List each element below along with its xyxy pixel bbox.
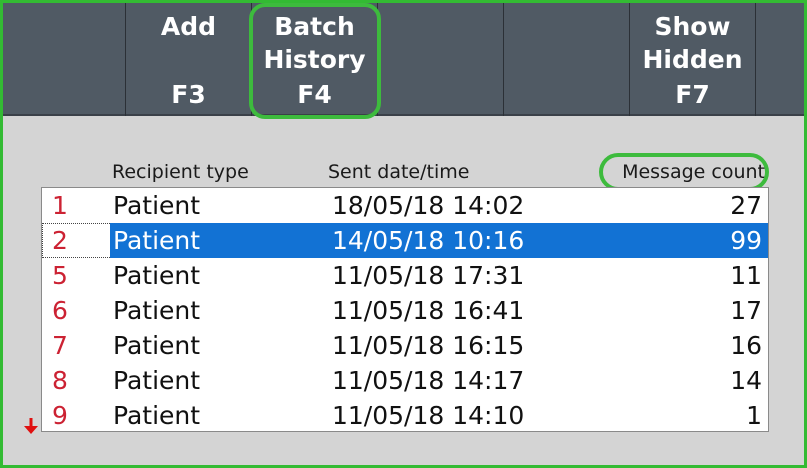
add-button[interactable]: Add F3 [126,0,252,116]
list-row[interactable]: 6 Patient 11/05/18 16:41 17 [42,293,768,328]
message-count-cell: 1 [746,401,762,430]
show-hidden-button[interactable]: Show Hidden F7 [630,0,756,116]
row-number: 6 [52,296,68,325]
header-sent-date-time[interactable]: Sent date/time [328,158,469,186]
empty-function-button-2[interactable] [504,0,630,116]
message-count-highlight [599,153,769,191]
show-hidden-label: Show Hidden [630,10,755,76]
row-number: 5 [52,261,68,290]
message-batch-list[interactable]: 1 Patient 18/05/18 14:02 27 2 Patient 14… [41,187,769,432]
sent-date-cell: 11/05/18 14:10 [332,401,525,430]
row-number: 8 [52,366,68,395]
list-row[interactable]: 5 Patient 11/05/18 17:31 11 [42,258,768,293]
show-hidden-label-line-1: Show [654,12,731,41]
sent-date-cell: 11/05/18 16:15 [332,331,525,360]
sent-date-cell: 11/05/18 17:31 [332,261,525,290]
recipient-type-cell: Patient [113,261,201,290]
message-count-cell: 14 [730,366,762,395]
batch-history-highlight [249,3,381,119]
row-number: 2 [52,226,68,255]
message-count-cell: 27 [730,191,762,220]
toolbar-spacer [0,0,126,116]
message-count-cell: 16 [730,331,762,360]
sent-date-cell: 18/05/18 14:02 [332,191,525,220]
sent-date-cell: 11/05/18 16:41 [332,296,525,325]
list-row[interactable]: 9 Patient 11/05/18 14:10 1 [42,398,768,431]
message-count-cell: 11 [730,261,762,290]
sent-date-cell: 11/05/18 14:17 [332,366,525,395]
recipient-type-cell: Patient [113,366,201,395]
list-row[interactable]: 8 Patient 11/05/18 14:17 14 [42,363,768,398]
recipient-type-cell: Patient [113,401,201,430]
function-key-toolbar: Add F3 Batch History F4 Show Hidden F7 [0,0,807,116]
recipient-type-cell: Patient [113,191,201,220]
add-button-label: Add [126,10,251,43]
list-row[interactable]: 7 Patient 11/05/18 16:15 16 [42,328,768,363]
add-label-line-1: Add [160,12,217,41]
show-hidden-key-f7: F7 [675,80,710,109]
recipient-type-cell: Patient [113,296,201,325]
message-count-cell: 17 [730,296,762,325]
recipient-type-cell: Patient [113,331,201,360]
show-hidden-label-line-2: Hidden [642,45,743,74]
header-recipient-type[interactable]: Recipient type [112,158,249,186]
row-number: 1 [52,191,68,220]
recipient-type-cell: Patient [113,226,201,255]
empty-function-button-1[interactable] [378,0,504,116]
sent-date-cell: 14/05/18 10:16 [332,226,525,255]
row-number: 7 [52,331,68,360]
add-key-f3: F3 [171,80,206,109]
row-number: 9 [52,401,68,430]
list-row-selected[interactable]: 2 Patient 14/05/18 10:16 99 [42,223,768,258]
red-down-arrow-icon[interactable] [24,418,38,434]
list-row[interactable]: 1 Patient 18/05/18 14:02 27 [42,188,768,223]
message-count-cell: 99 [730,226,762,255]
toolbar-spacer-right [756,0,807,116]
